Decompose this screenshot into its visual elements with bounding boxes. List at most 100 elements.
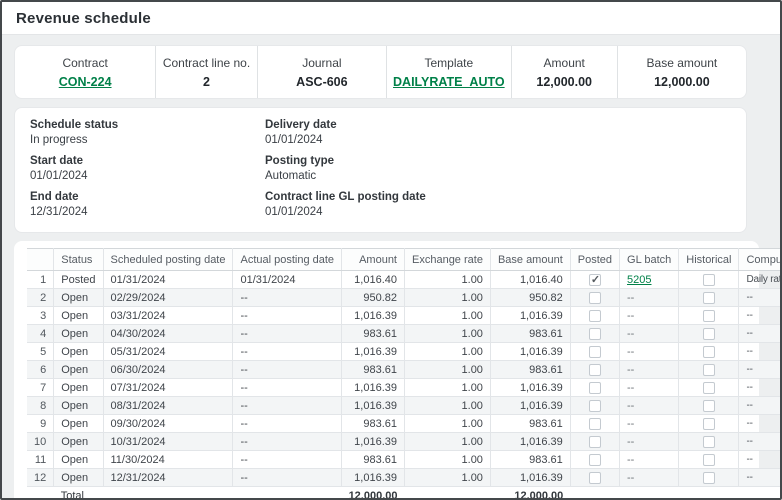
gl-batch-cell: -- [620,379,679,397]
posted-checkbox[interactable] [589,436,601,448]
column-header-posted: Posted [570,249,619,271]
historical-checkbox[interactable] [703,346,715,358]
posted-cell [570,397,619,415]
record-link[interactable]: DAILYRATE_AUTO [393,75,505,89]
exchange-rate-cell: 1.00 [405,451,491,469]
total-label: Total [54,487,342,500]
amount-cell: 1,016.39 [342,397,405,415]
row-number: 9 [27,415,54,433]
column-header-historical: Historical [679,249,739,271]
actual-posting-date-cell: -- [233,415,342,433]
detail-field-label: Posting type [265,154,426,169]
historical-checkbox[interactable] [703,310,715,322]
posted-cell [570,307,619,325]
status-cell: Open [54,325,103,343]
detail-field: Contract line GL posting date01/01/2024 [265,190,426,220]
row-number: 10 [27,433,54,451]
actual-posting-date-cell: -- [233,379,342,397]
posted-checkbox[interactable] [589,364,601,376]
amount-cell: 983.61 [342,361,405,379]
base-amount-cell: 983.61 [490,451,570,469]
posted-checkbox[interactable] [589,328,601,340]
posted-cell [570,415,619,433]
summary-field-label: Contract line no. [163,56,250,70]
total-amount: 12,000.00 [342,487,405,500]
summary-field-label: Contract [62,56,107,70]
revenue-schedule-window: Revenue schedule ContractCON-224Contract… [0,0,782,500]
historical-checkbox[interactable] [703,382,715,394]
historical-checkbox[interactable] [703,400,715,412]
amount-cell: 983.61 [342,415,405,433]
detail-field: Delivery date01/01/2024 [265,118,426,148]
posted-checkbox[interactable] [589,400,601,412]
gl-batch-empty: -- [627,472,634,484]
historical-checkbox[interactable] [703,418,715,430]
amount-cell: 1,016.39 [342,379,405,397]
historical-checkbox[interactable] [703,274,715,286]
gl-batch-empty: -- [627,292,634,304]
revenue-schedule-table: StatusScheduled posting dateActual posti… [27,248,782,500]
table-row: 5Open05/31/2024--1,016.391.001,016.39---… [27,343,782,361]
historical-checkbox[interactable] [703,436,715,448]
column-header-base-amount: Base amount [490,249,570,271]
posted-checkbox[interactable] [589,292,601,304]
table-row: 10Open10/31/2024--1,016.391.001,016.39--… [27,433,782,451]
status-cell: Open [54,289,103,307]
schedule-table-card: StatusScheduled posting dateActual posti… [14,241,759,500]
historical-checkbox[interactable] [703,328,715,340]
detail-field: Start date01/01/2024 [30,154,265,184]
posted-cell [570,361,619,379]
posted-checkbox[interactable] [589,418,601,430]
gl-batch-empty: -- [627,454,634,466]
computation-memo-cell: -- [739,343,782,361]
posted-checkbox[interactable] [589,274,601,286]
computation-memo-cell: -- [739,307,782,325]
column-header-scheduled-posting-date: Scheduled posting date [103,249,233,271]
table-row: 11Open11/30/2024--983.611.00983.61---- [27,451,782,469]
historical-checkbox[interactable] [703,454,715,466]
amount-cell: 983.61 [342,325,405,343]
historical-checkbox[interactable] [703,292,715,304]
computation-memo-cell: -- [739,469,782,487]
posted-checkbox[interactable] [589,310,601,322]
summary-field-3: TemplateDAILYRATE_AUTO [387,46,512,98]
historical-cell [679,271,739,289]
amount-cell: 983.61 [342,451,405,469]
actual-posting-date-cell: -- [233,397,342,415]
historical-cell [679,325,739,343]
summary-field-1: Contract line no.2 [156,46,258,98]
summary-field-label: Amount [544,56,585,70]
historical-checkbox[interactable] [703,364,715,376]
posted-checkbox[interactable] [589,382,601,394]
scheduled-posting-date-cell: 10/31/2024 [103,433,233,451]
gl-batch-cell: 5205 [620,271,679,289]
historical-checkbox[interactable] [703,472,715,484]
column-header-exchange-rate: Exchange rate [405,249,491,271]
status-cell: Open [54,397,103,415]
computation-memo-cell: Daily rate is 32.78688524590163. [739,271,782,289]
historical-cell [679,451,739,469]
gl-batch-cell: -- [620,397,679,415]
gl-batch-empty: -- [627,310,634,322]
detail-field-value: 01/01/2024 [30,169,265,184]
total-trailing-spacer [570,487,782,500]
exchange-rate-cell: 1.00 [405,271,491,289]
row-number: 3 [27,307,54,325]
gl-batch-link[interactable]: 5205 [627,274,651,286]
record-link[interactable]: CON-224 [59,75,112,89]
table-row: 4Open04/30/2024--983.611.00983.61---- [27,325,782,343]
row-number: 11 [27,451,54,469]
details-left-column: Schedule statusIn progressStart date01/0… [30,118,265,226]
base-amount-cell: 1,016.39 [490,379,570,397]
summary-field-value: ASC-606 [296,75,347,89]
posted-checkbox[interactable] [589,472,601,484]
total-spacer [27,487,54,500]
detail-field: Posting typeAutomatic [265,154,426,184]
posted-checkbox[interactable] [589,346,601,358]
gl-batch-cell: -- [620,415,679,433]
posted-checkbox[interactable] [589,454,601,466]
scheduled-posting-date-cell: 03/31/2024 [103,307,233,325]
posted-cell [570,271,619,289]
actual-posting-date-cell: -- [233,361,342,379]
base-amount-cell: 1,016.40 [490,271,570,289]
